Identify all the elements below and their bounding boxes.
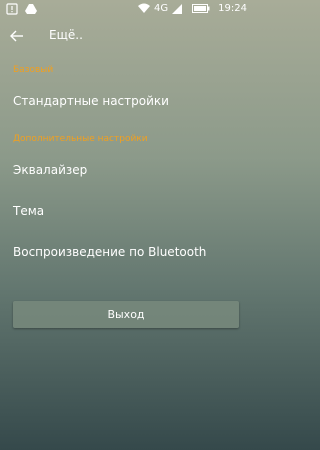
back-button[interactable] <box>8 26 28 46</box>
status-bar: 4G 19:24 <box>0 0 253 19</box>
signal-icon <box>172 3 183 14</box>
exit-button[interactable]: Выход <box>13 301 239 328</box>
clock: 19:24 <box>218 3 247 14</box>
section-header-basic: Базовый <box>13 65 54 75</box>
alert-icon <box>6 3 18 15</box>
drive-icon <box>25 3 37 15</box>
menu-item-equalizer[interactable]: Эквалайзер <box>0 155 253 185</box>
app-bar: Ещё.. <box>0 22 253 50</box>
menu-item-label: Тема <box>13 204 45 218</box>
section-header-advanced: Дополнительные настройки <box>13 134 148 144</box>
menu-item-theme[interactable]: Тема <box>0 196 253 226</box>
arrow-left-icon <box>8 30 28 50</box>
menu-item-standard-settings[interactable]: Стандартные настройки <box>0 86 253 116</box>
page-title: Ещё.. <box>49 28 83 42</box>
menu-item-bluetooth-playback[interactable]: Воспроизведение по Bluetooth <box>0 237 253 267</box>
wifi-icon <box>138 3 151 14</box>
network-type: 4G <box>154 3 169 14</box>
menu-item-label: Воспроизведение по Bluetooth <box>13 245 207 259</box>
menu-item-label: Эквалайзер <box>13 163 88 177</box>
battery-icon <box>192 4 210 13</box>
menu-item-label: Стандартные настройки <box>13 94 169 108</box>
